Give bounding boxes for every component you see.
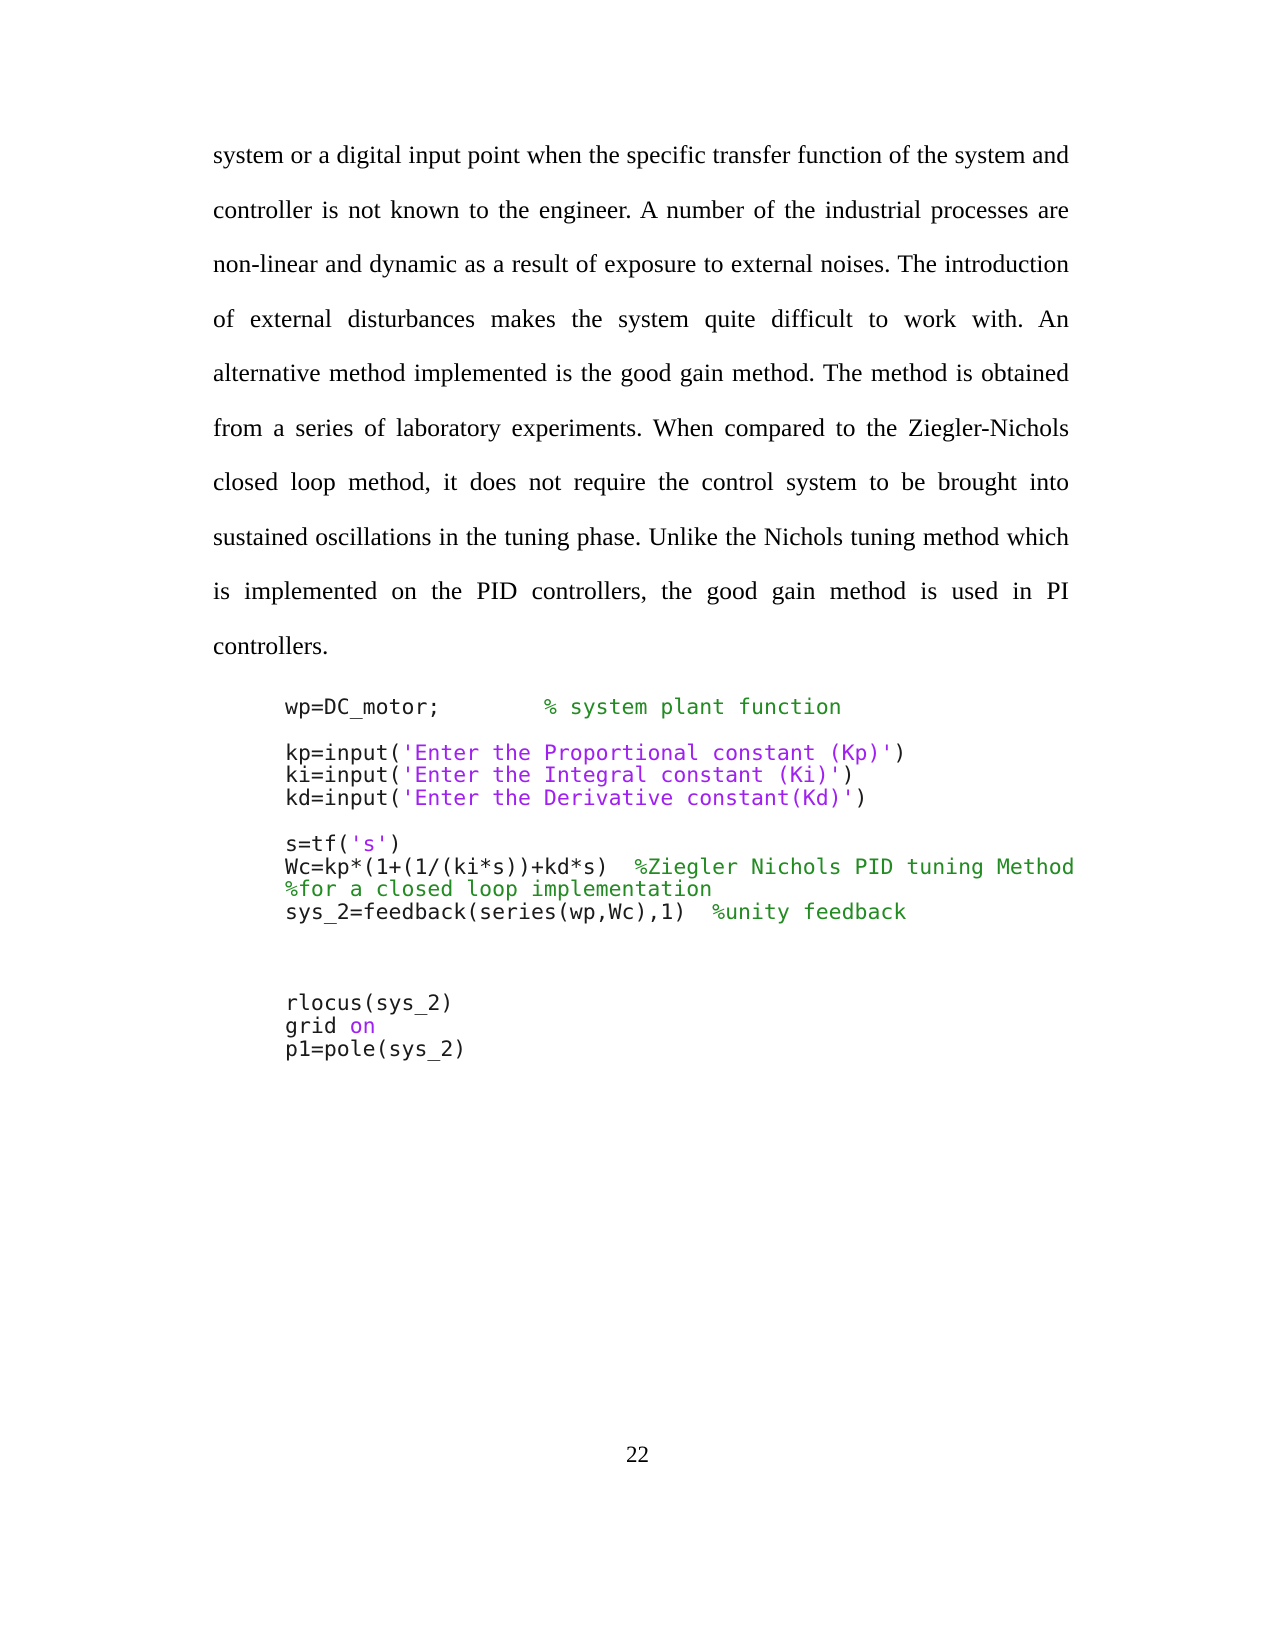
code-token-plain: kd=input( — [285, 786, 402, 812]
page-content: system or a digital input point when the… — [213, 128, 1075, 1062]
code-line: kd=input('Enter the Derivative constant(… — [285, 786, 1069, 812]
code-token-plain: ki=input( — [285, 763, 402, 789]
code-line: wp=DC_motor; % system plant function — [285, 695, 1069, 720]
code-token-plain: grid — [285, 1014, 350, 1040]
code-token-plain: s=tf( — [285, 831, 350, 857]
code-line: %for a closed loop implementation — [285, 877, 1069, 903]
code-token-plain: kp=input( — [285, 740, 402, 766]
code-token-plain: ) — [854, 786, 868, 812]
code-token-string: 'Enter the Derivative constant(Kd)' — [401, 786, 855, 812]
code-token-plain: sys_2=feedback(series(wp,Wc),1) — [285, 900, 713, 926]
code-token-plain: wp=DC_motor; — [285, 695, 544, 720]
code-token-plain: Wc=kp*(1+(1/(ki*s))+kd*s) — [285, 854, 635, 880]
code-line: ki=input('Enter the Integral constant (K… — [285, 763, 1069, 789]
code-token-string: 'Enter the Integral constant (Ki)' — [401, 763, 842, 789]
code-token-plain: ) — [841, 763, 855, 789]
code-token-plain: ) — [388, 831, 402, 857]
code-line: Wc=kp*(1+(1/(ki*s))+kd*s) %Ziegler Nicho… — [285, 854, 1075, 880]
code-token-comment: %for a closed loop implementation — [285, 877, 713, 903]
code-token-plain: p1=pole(sys_2) — [285, 1036, 467, 1062]
code-token-comment: %unity feedback — [712, 900, 907, 926]
code-line: rlocus(sys_2) — [285, 991, 1069, 1017]
document-page: system or a digital input point when the… — [0, 0, 1275, 1651]
body-paragraph: system or a digital input point when the… — [213, 140, 1069, 660]
page-number: 22 — [626, 1442, 649, 1467]
code-token-plain: ) — [893, 740, 907, 766]
code-line: kp=input('Enter the Proportional constan… — [285, 740, 1069, 766]
code-line: grid on — [285, 1014, 1069, 1040]
code-token-string: 's' — [349, 831, 389, 857]
code-token-comment: % system plant function — [543, 695, 842, 720]
code-line: sys_2=feedback(series(wp,Wc),1) %unity f… — [285, 900, 1069, 926]
code-token-comment: %Ziegler Nichols PID tuning Method — [634, 854, 1075, 880]
code-line: s=tf('s') — [285, 831, 1069, 857]
code-line: p1=pole(sys_2) — [285, 1036, 1069, 1062]
code-token-keyword: on — [349, 1014, 376, 1040]
code-token-plain: rlocus(sys_2) — [285, 991, 454, 1017]
matlab-code-block: wp=DC_motor; % system plant function kp=… — [285, 695, 1075, 1062]
code-token-string: 'Enter the Proportional constant (Kp)' — [401, 740, 894, 766]
